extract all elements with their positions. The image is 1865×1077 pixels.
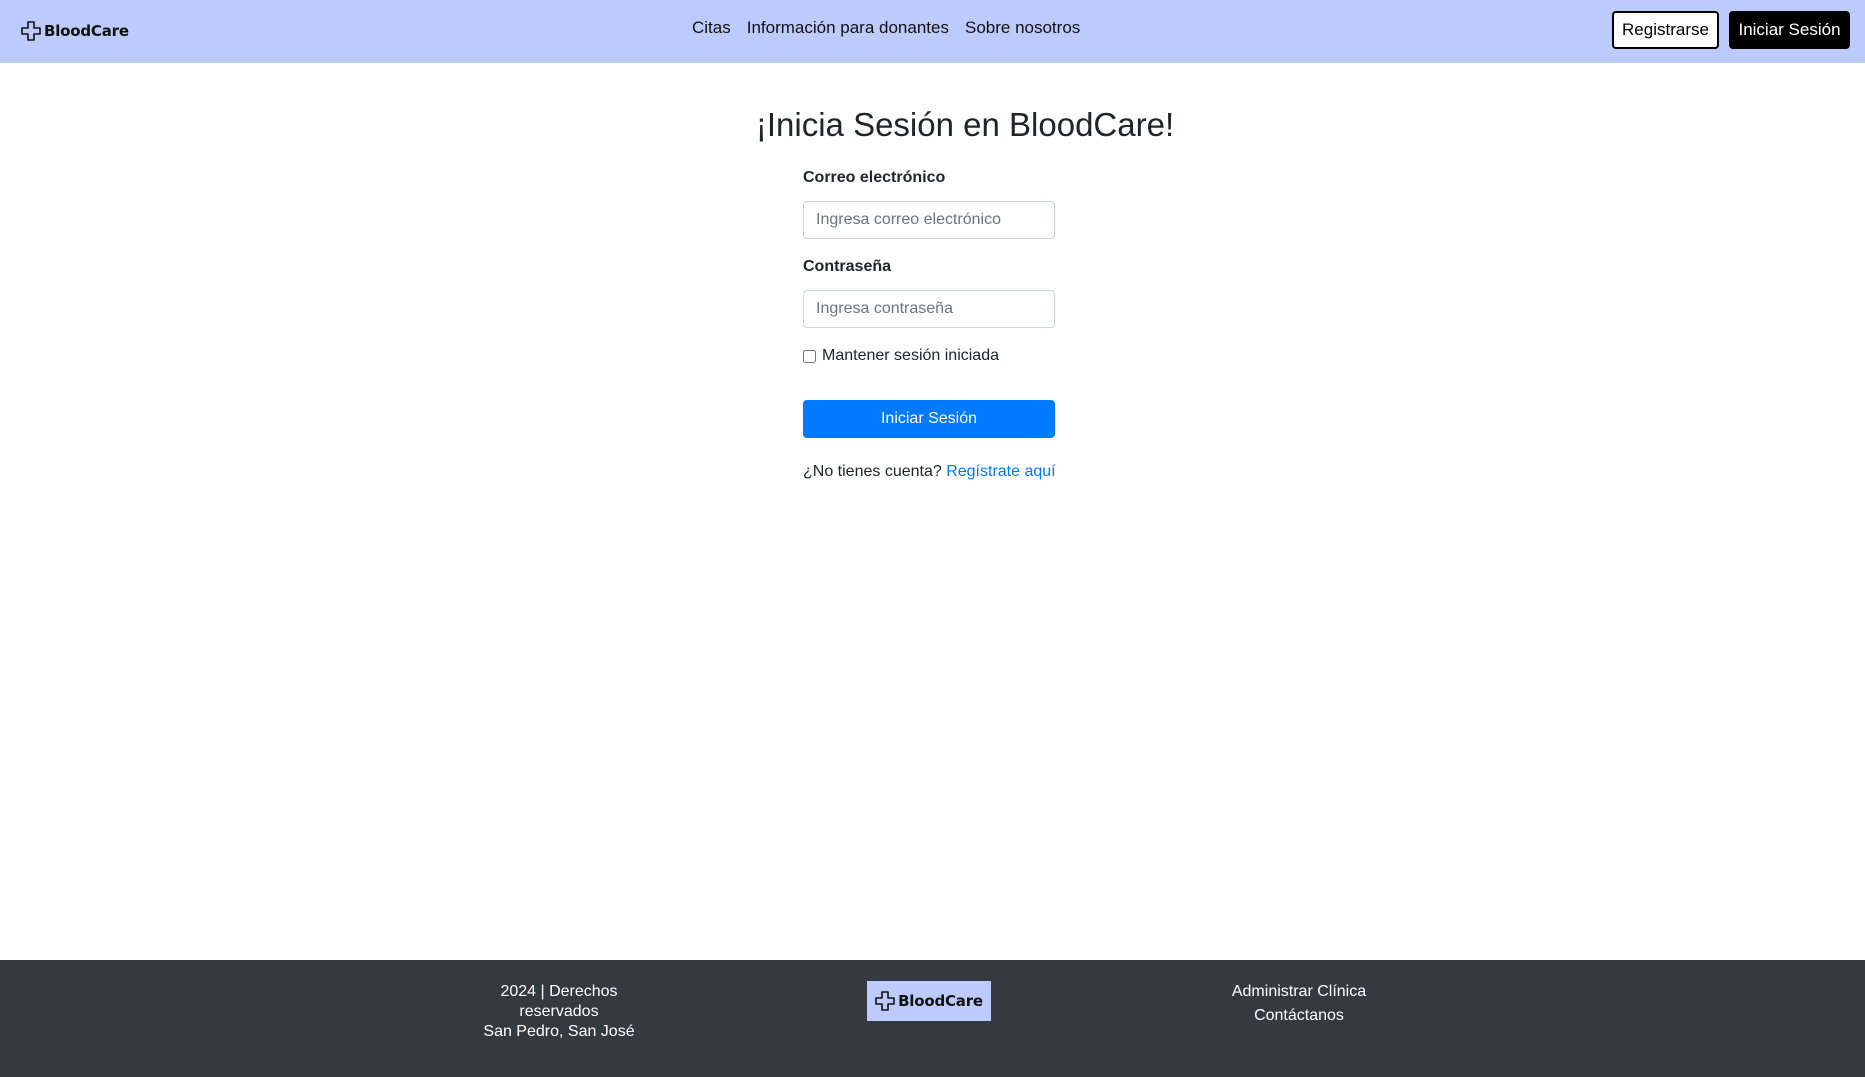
register-button[interactable]: Registrarse (1612, 11, 1719, 49)
login-form: Correo electrónico Contraseña Mantener s… (803, 168, 1056, 481)
remember-me-label[interactable]: Mantener sesión iniciada (822, 347, 999, 365)
remember-me-checkbox[interactable] (803, 349, 816, 363)
no-account-text: ¿No tienes cuenta? (803, 463, 942, 480)
footer-info: 2024 | Derechos reservados San Pedro, Sa… (459, 982, 659, 1042)
brand-name: BloodCare (44, 22, 129, 40)
email-label: Correo electrónico (803, 169, 946, 186)
medical-cross-icon (21, 21, 41, 41)
footer-brand-name: BloodCare (898, 992, 983, 1010)
login-submit-button[interactable]: Iniciar Sesión (803, 400, 1055, 438)
signup-prompt: ¿No tienes cuenta? Regístrate aquí (803, 463, 1056, 481)
footer-link-contact[interactable]: Contáctanos (1199, 1006, 1399, 1030)
navbar: BloodCare Citas Información para donante… (0, 0, 1865, 63)
email-group: Correo electrónico (803, 168, 1055, 239)
password-group: Contraseña (803, 257, 1055, 328)
footer-link-manage-clinic[interactable]: Administrar Clínica (1199, 982, 1399, 1006)
nav-link-donor-info[interactable]: Información para donantes (747, 18, 949, 38)
nav-link-about-us[interactable]: Sobre nosotros (965, 18, 1080, 38)
medical-cross-icon (875, 991, 895, 1011)
footer-brand-logo[interactable]: BloodCare (867, 981, 991, 1021)
main-nav: Citas Información para donantes Sobre no… (692, 18, 1080, 38)
remember-me-row: Mantener sesión iniciada (803, 346, 1055, 366)
footer: 2024 | Derechos reservados San Pedro, Sa… (0, 960, 1865, 1077)
password-label: Contraseña (803, 258, 892, 275)
email-input[interactable] (803, 201, 1055, 239)
brand-logo[interactable]: BloodCare (21, 19, 129, 43)
signup-link[interactable]: Regístrate aquí (946, 463, 1055, 480)
footer-copyright: 2024 | Derechos reservados (500, 983, 618, 1020)
page-title: ¡Inicia Sesión en BloodCare! (755, 106, 1175, 143)
password-input[interactable] (803, 290, 1055, 328)
nav-login-button[interactable]: Iniciar Sesión (1729, 11, 1850, 49)
nav-link-citas[interactable]: Citas (692, 18, 731, 38)
footer-links: Administrar Clínica Contáctanos (1199, 982, 1399, 1030)
footer-location: San Pedro, San José (483, 1023, 635, 1040)
